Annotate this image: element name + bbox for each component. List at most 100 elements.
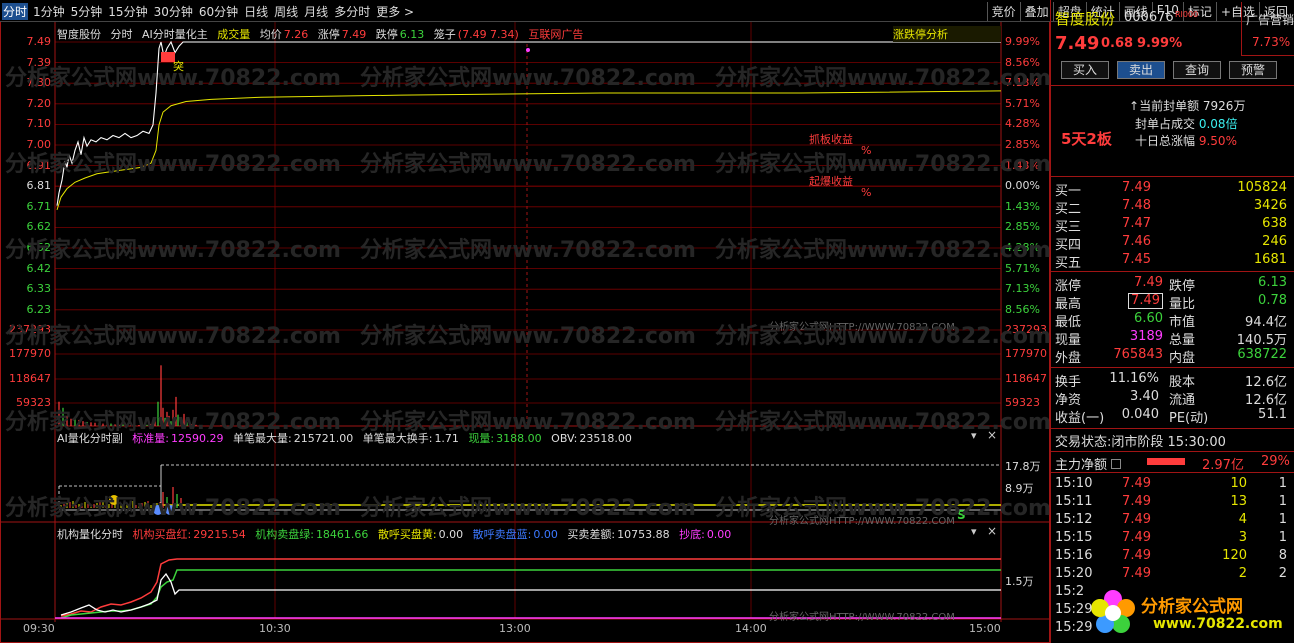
ten-day-row: 十日总涨幅 9.50% (1135, 132, 1237, 149)
tick-row[interactable]: 15:20 7.49 2 2 (1055, 566, 1287, 584)
period-tab-6[interactable]: 日线 (243, 3, 269, 20)
stat-row[interactable]: 涨停 7.49 跌停 6.13 (1055, 275, 1287, 294)
y-pct-label: 1.43% (1005, 158, 1040, 172)
stat-value: 6.13 (1258, 275, 1287, 290)
tick-count: 2 (1278, 566, 1287, 581)
max-turn-label: 单笔最大换手: (362, 432, 433, 445)
buy-button[interactable]: 买入 (1061, 61, 1109, 79)
stat-row[interactable]: 外盘 765843 内盘 638722 (1055, 347, 1287, 366)
stock-tag: RI000 (1175, 10, 1199, 19)
tool-button-0[interactable]: 竞价 (986, 2, 1020, 21)
sell-button[interactable]: 卖出 (1117, 61, 1165, 79)
period-tab-4[interactable]: 30分钟 (153, 3, 194, 20)
stat-row[interactable]: 现量 3189 总量 140.5万 (1055, 329, 1287, 348)
stock-name: 智度股份 (57, 28, 101, 41)
sub1-tick: 17.8万 (1005, 460, 1041, 473)
stat-label: 内盘 (1169, 351, 1196, 366)
tick-row[interactable]: 15:16 7.49 120 8 (1055, 548, 1287, 566)
tick-volume: 120 (1222, 548, 1247, 563)
tick-time: 15:10 (1055, 476, 1093, 491)
stat-row[interactable]: 净资 3.40 流通 12.6亿 (1055, 389, 1287, 408)
stat-row[interactable]: 收益(一) 0.040 PE(动) 51.1 (1055, 407, 1287, 426)
period-tabs: 分时 1分钟 5分钟 15分钟 30分钟 60分钟 日线 周线 月线 多分时 更多 > (2, 3, 415, 20)
stat-row[interactable]: 换手 11.16% 股本 12.6亿 (1055, 371, 1287, 390)
bid-label: 买五 (1055, 256, 1082, 271)
stat-label: 最高 (1055, 297, 1082, 312)
vol-tick-left: 237293 (9, 323, 51, 336)
cage-value: (7.49 7.34) (457, 28, 519, 41)
tick-volume: 13 (1230, 494, 1247, 509)
period-tab-1[interactable]: 1分钟 (32, 3, 66, 20)
divider (1051, 85, 1294, 86)
seal-ratio-value: 0.08倍 (1198, 117, 1238, 131)
period-tab-10[interactable]: 更多 > (375, 3, 415, 20)
tick-time: 15:12 (1055, 512, 1093, 527)
sub1-coin-icon (109, 495, 119, 505)
tool-button-1[interactable]: 叠加 (1019, 2, 1053, 21)
bid-row[interactable]: 买四 7.46 246 (1055, 234, 1287, 253)
tick-row[interactable]: 15:12 7.49 4 1 (1055, 512, 1287, 530)
detail-icon[interactable] (1111, 459, 1122, 469)
stat-row[interactable]: 最低 6.60 市值 94.4亿 (1055, 311, 1287, 330)
period-tab-5[interactable]: 60分钟 (198, 3, 239, 20)
stat-label: 总量 (1169, 333, 1196, 348)
bid-price: 7.46 (1122, 234, 1151, 249)
tick-time: 15:29 (1055, 602, 1093, 617)
bid-row[interactable]: 买一 7.49 105824 (1055, 180, 1287, 199)
tick-time: 15:20 (1055, 566, 1093, 581)
sub1-close-icon[interactable]: × (987, 428, 997, 442)
cur-vol-label: 现量: (468, 432, 495, 445)
tick-row[interactable]: 15:2 (1055, 584, 1287, 602)
bid-row[interactable]: 买五 7.45 1681 (1055, 252, 1287, 271)
avg-price-line (56, 90, 1002, 211)
explode-pct: % (861, 186, 872, 199)
period-tab-9[interactable]: 多分时 (333, 3, 371, 20)
sub1-dropdown-icon[interactable]: ▾ (971, 429, 977, 442)
avg-label: 均价 (259, 28, 282, 41)
tick-time: 15:2 (1055, 584, 1085, 599)
bid-price: 7.47 (1122, 216, 1151, 231)
tick-count: 1 (1278, 476, 1287, 491)
sub2-close-icon[interactable]: × (987, 524, 997, 538)
vol-tick-right: 237293 (1005, 323, 1047, 336)
period-tab-7[interactable]: 周线 (273, 3, 299, 20)
bid-row[interactable]: 买二 7.48 3426 (1055, 198, 1287, 217)
sub2-dropdown-icon[interactable]: ▾ (971, 525, 977, 538)
limit-analysis-button[interactable]: 涨跌停分析 (893, 26, 1001, 42)
stat-value: 765843 (1113, 347, 1163, 362)
divider (1051, 428, 1294, 429)
net-flow-bar (1147, 458, 1185, 465)
bid-volume: 1681 (1253, 252, 1287, 267)
sub1-tick: 8.9万 (1005, 482, 1034, 495)
tick-row[interactable]: 15:11 7.49 13 1 (1055, 494, 1287, 512)
stat-row[interactable]: 最高 7.49 量比 0.78 (1055, 293, 1287, 312)
y-pct-label: 8.56% (1005, 55, 1040, 69)
diff-label: 买卖差额: (567, 528, 616, 541)
sector-pct: 7.73% (1252, 35, 1291, 49)
divider (1051, 176, 1294, 177)
ten-day-value: 9.50% (1198, 134, 1237, 148)
sector-box[interactable]: 广告营销 7.73% (1241, 2, 1294, 56)
alert-button[interactable]: 预警 (1229, 61, 1277, 79)
trade-status-label: 交易状态: (1055, 435, 1112, 450)
stat-label: 涨停 (1055, 279, 1082, 294)
bid-label: 买二 (1055, 202, 1082, 217)
stock-title: 智度股份 (1055, 10, 1116, 28)
bid-row[interactable]: 买三 7.47 638 (1055, 216, 1287, 235)
std-value: 12590.29 (171, 432, 224, 445)
y-pct-label: 1.43% (1005, 199, 1040, 213)
limit-up-label: 涨停 (317, 28, 340, 41)
query-button[interactable]: 查询 (1173, 61, 1221, 79)
tick-row[interactable]: 15:29 (1055, 620, 1287, 638)
x-time-label: 10:30 (259, 622, 291, 635)
volume-label: 成交量 (217, 28, 251, 41)
period-tab-2[interactable]: 5分钟 (70, 3, 104, 20)
period-tab-3[interactable]: 15分钟 (107, 3, 148, 20)
period-tab-0[interactable]: 分时 (2, 3, 29, 20)
period-tab-8[interactable]: 月线 (303, 3, 329, 20)
limit-down-value: 6.13 (399, 28, 425, 41)
tick-row[interactable]: 15:15 7.49 3 1 (1055, 530, 1287, 548)
stat-label: 最低 (1055, 315, 1082, 330)
tick-row[interactable]: 15:10 7.49 10 1 (1055, 476, 1287, 494)
tick-row[interactable]: 15:29 (1055, 602, 1287, 620)
